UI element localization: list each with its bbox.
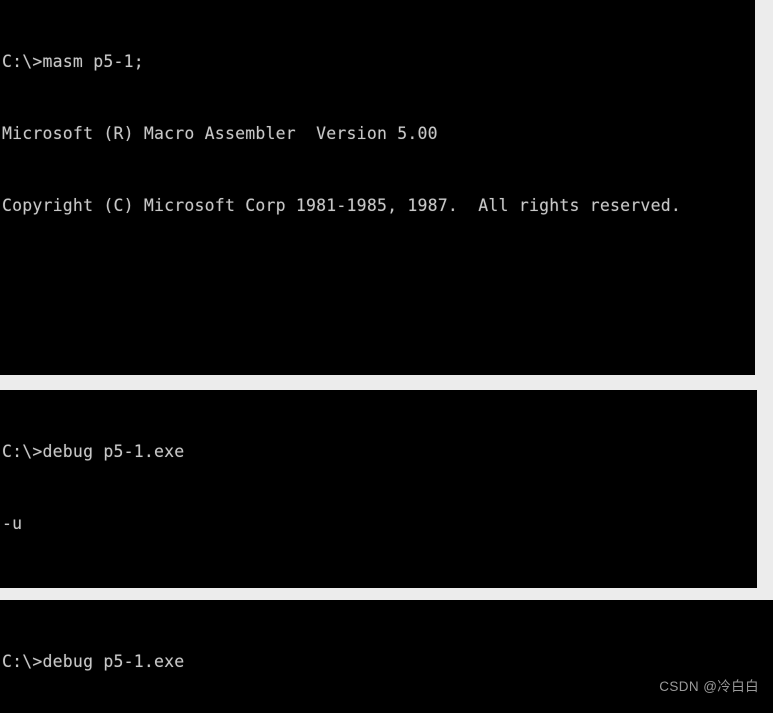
console-panel-masm-link[interactable]: C:\>masm p5-1; Microsoft (R) Macro Assem…: [0, 0, 755, 375]
console-prompt-line: C:\>debug p5-1.exe: [2, 442, 185, 461]
console-line: C:\>masm p5-1;: [2, 52, 144, 71]
screenshot-stack: C:\>masm p5-1; Microsoft (R) Macro Assem…: [0, 0, 773, 713]
console-line: Copyright (C) Microsoft Corp 1981-1985, …: [2, 196, 681, 215]
console-command-line: -u: [2, 514, 23, 533]
console-panel-debug-go[interactable]: C:\>debug p5-1.exe -g Program terminated…: [0, 600, 773, 713]
console-line: Microsoft (R) Macro Assembler Version 5.…: [2, 124, 438, 143]
console-panel-debug-unassemble[interactable]: C:\>debug p5-1.exe -u 076A:0000B80200MOV…: [0, 390, 757, 588]
csdn-watermark: CSDN @冷白白: [659, 679, 759, 694]
console-prompt-line: C:\>debug p5-1.exe: [2, 652, 185, 671]
